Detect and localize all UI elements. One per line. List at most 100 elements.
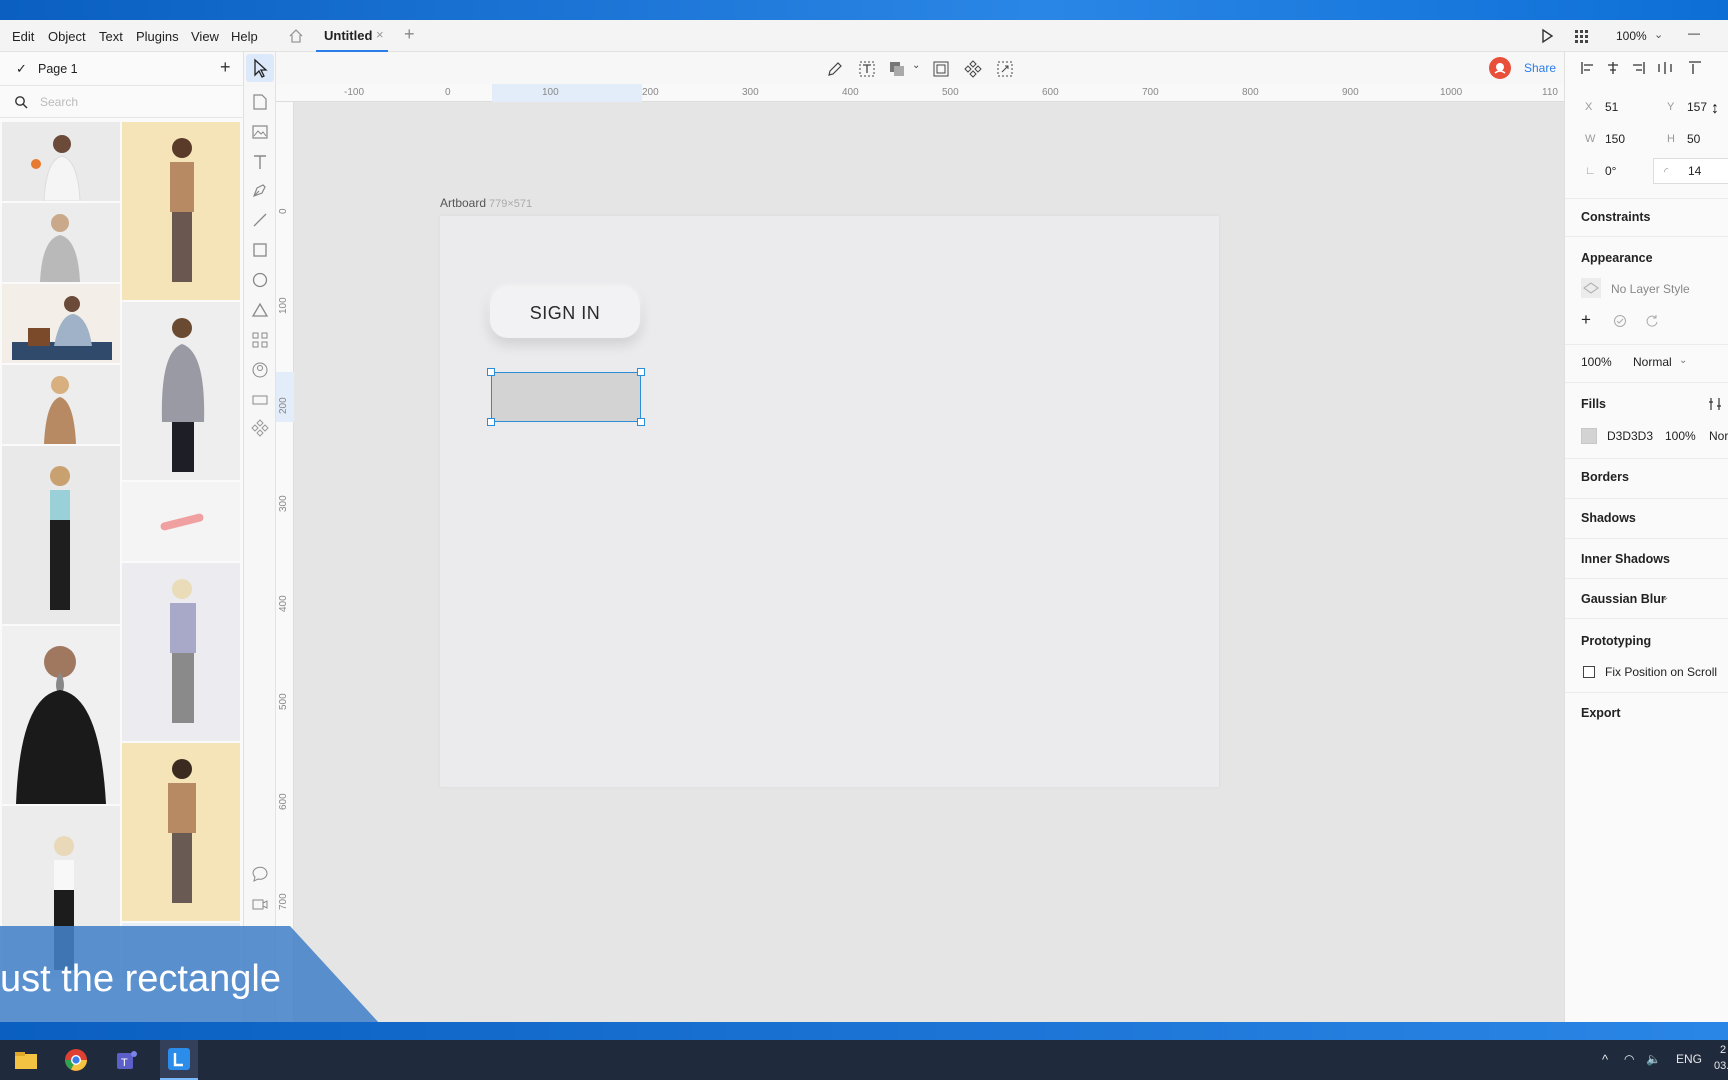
rectangle-tool-icon[interactable] [250, 240, 270, 260]
page-selector[interactable]: ✓ Page 1 + [0, 52, 244, 86]
export-header[interactable]: Export [1581, 706, 1621, 720]
clock-time[interactable]: 2 [1720, 1044, 1726, 1056]
avatar-tool-icon[interactable] [250, 360, 270, 380]
boolean-icon[interactable] [888, 60, 906, 78]
layer-style-select[interactable]: No Layer Style [1611, 282, 1690, 296]
inner-shadows-header[interactable]: Inner Shadows [1581, 552, 1670, 566]
photo-thumbnail[interactable] [2, 284, 120, 363]
zoom-chevron-icon[interactable]: ⌄ [1654, 28, 1663, 41]
tab-untitled[interactable]: Untitled × [316, 20, 388, 52]
input-tool-icon[interactable] [250, 390, 270, 410]
menu-edit[interactable]: Edit [12, 29, 34, 44]
blend-mode-select[interactable]: Normal [1633, 355, 1672, 369]
photo-thumbnail[interactable] [2, 203, 120, 282]
volume-icon[interactable]: 🔈 [1646, 1052, 1661, 1066]
sync-style-icon[interactable] [1613, 314, 1627, 328]
reset-style-icon[interactable] [1645, 314, 1659, 328]
text-box-icon[interactable] [858, 60, 876, 78]
opacity-input[interactable]: 100% [1581, 355, 1612, 369]
triangle-tool-icon[interactable] [250, 300, 270, 320]
fill-settings-icon[interactable] [1707, 396, 1723, 412]
symbol-tool-icon[interactable] [250, 418, 270, 438]
select-tool-icon[interactable] [246, 54, 274, 82]
photo-thumbnail[interactable] [2, 626, 120, 804]
prototyping-header[interactable]: Prototyping [1581, 634, 1651, 648]
search-input[interactable]: Search [40, 95, 78, 109]
photo-thumbnail[interactable] [122, 563, 240, 741]
resize-handle-top-right[interactable] [637, 368, 645, 376]
menu-view[interactable]: View [191, 29, 219, 44]
fill-hex-input[interactable]: D3D3D3 [1607, 429, 1653, 443]
x-input[interactable]: 51 [1605, 100, 1618, 114]
add-style-icon[interactable]: + [1581, 310, 1591, 330]
video-tool-icon[interactable] [250, 894, 270, 914]
fill-blend-select[interactable]: Nor [1709, 429, 1728, 443]
photo-thumbnail[interactable] [122, 482, 240, 561]
fix-position-checkbox[interactable] [1583, 666, 1595, 678]
photo-thumbnail[interactable] [2, 365, 120, 444]
y-input[interactable]: 157 [1687, 100, 1707, 114]
layer-style-icon[interactable] [1581, 278, 1601, 298]
asset-search[interactable]: Search [0, 86, 244, 118]
mask-icon[interactable] [932, 60, 950, 78]
resize-icon[interactable] [996, 60, 1014, 78]
borders-header[interactable]: Borders [1581, 470, 1629, 484]
appearance-header[interactable]: Appearance [1581, 251, 1653, 265]
image-tool-icon[interactable] [250, 122, 270, 142]
menu-plugins[interactable]: Plugins [136, 29, 179, 44]
rotation-input[interactable]: 0° [1605, 164, 1616, 178]
teams-icon[interactable]: T [112, 1046, 140, 1074]
menu-text[interactable]: Text [99, 29, 123, 44]
comment-tool-icon[interactable] [250, 864, 270, 884]
minimize-button[interactable]: — [1688, 26, 1700, 40]
clock-date[interactable]: 03. [1714, 1060, 1728, 1072]
tab-close-icon[interactable]: × [376, 27, 384, 42]
constraints-header[interactable]: Constraints [1581, 210, 1650, 224]
tray-chevron-icon[interactable]: ^ [1602, 1052, 1608, 1067]
selected-rectangle[interactable] [491, 372, 641, 422]
grid-icon[interactable] [1574, 20, 1588, 52]
pen-tool-icon[interactable] [250, 180, 270, 200]
photo-thumbnail[interactable] [122, 302, 240, 480]
menu-help[interactable]: Help [231, 29, 258, 44]
taskbar-active-app[interactable] [160, 1040, 198, 1080]
photo-thumbnail[interactable] [122, 743, 240, 921]
resize-handle-bottom-left[interactable] [487, 418, 495, 426]
oval-tool-icon[interactable] [250, 270, 270, 290]
add-page-button[interactable]: + [220, 57, 231, 78]
shadows-header[interactable]: Shadows [1581, 511, 1636, 525]
photo-thumbnail[interactable] [122, 122, 240, 300]
fill-color-swatch[interactable] [1581, 428, 1597, 444]
artboard-label[interactable]: Artboard 779×571 [440, 196, 532, 210]
play-icon[interactable] [1540, 20, 1554, 52]
photo-thumbnail[interactable] [2, 122, 120, 201]
corner-radius-input[interactable]: 14 [1688, 164, 1701, 178]
sign-in-button[interactable]: SIGN IN [490, 288, 640, 338]
zoom-level[interactable]: 100% [1616, 29, 1647, 43]
components-tool-icon[interactable] [250, 330, 270, 350]
line-tool-icon[interactable] [250, 210, 270, 230]
artboard-tool-icon[interactable] [250, 92, 270, 112]
photo-thumbnail[interactable] [2, 446, 120, 624]
new-tab-button[interactable]: + [404, 24, 415, 45]
language-indicator[interactable]: ENG [1676, 1052, 1702, 1066]
gaussian-blur-header[interactable]: Gaussian Blur [1581, 592, 1666, 606]
fills-header[interactable]: Fills [1581, 397, 1606, 411]
share-button[interactable]: Share [1524, 61, 1556, 75]
resize-handle-top-left[interactable] [487, 368, 495, 376]
file-explorer-icon[interactable] [12, 1046, 40, 1074]
avatar[interactable] [1489, 57, 1511, 79]
component-icon[interactable] [964, 60, 982, 78]
align-icons[interactable] [1581, 60, 1701, 76]
edit-pen-icon[interactable] [826, 60, 844, 78]
fill-opacity-input[interactable]: 100% [1665, 429, 1696, 443]
network-icon[interactable]: ◠ [1624, 1052, 1634, 1066]
h-input[interactable]: 50 [1687, 132, 1700, 146]
chrome-icon[interactable] [62, 1046, 90, 1074]
w-input[interactable]: 150 [1605, 132, 1625, 146]
blur-chevron-icon[interactable]: ⌄ [1661, 592, 1669, 603]
menu-object[interactable]: Object [48, 29, 86, 44]
boolean-chevron-icon[interactable]: ⌄ [912, 60, 920, 71]
text-tool-icon[interactable] [250, 152, 270, 172]
resize-handle-bottom-right[interactable] [637, 418, 645, 426]
